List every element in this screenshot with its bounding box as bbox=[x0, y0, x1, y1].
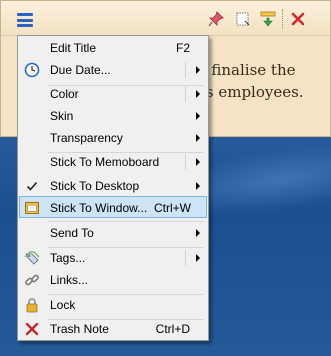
menu-item-due-date[interactable]: Due Date... bbox=[20, 59, 206, 81]
menu-item-transparency[interactable]: Transparency bbox=[20, 127, 206, 149]
link-icon bbox=[24, 272, 40, 288]
submenu-arrow-icon bbox=[196, 229, 200, 237]
note-text-line: es employees. bbox=[197, 83, 304, 101]
toolbar-separator bbox=[282, 9, 284, 29]
menu-item-stick-to-memoboard[interactable]: Stick To Memoboard bbox=[20, 151, 206, 173]
menu-item-label: Edit Title bbox=[50, 41, 97, 55]
submenu-arrow-icon bbox=[196, 182, 200, 190]
submenu-separator bbox=[185, 154, 186, 170]
submenu-arrow-icon bbox=[196, 66, 200, 74]
menu-item-label: Transparency bbox=[50, 131, 123, 145]
window-icon bbox=[24, 200, 40, 216]
close-icon[interactable] bbox=[289, 10, 307, 28]
note-body-text[interactable]: d finalise the es employees. bbox=[197, 59, 327, 103]
lock-icon bbox=[24, 297, 40, 313]
menu-item-shortcut: F2 bbox=[175, 41, 190, 55]
menu-item-label: Color bbox=[50, 87, 79, 101]
menu-item-skin[interactable]: Skin bbox=[20, 105, 206, 127]
checkmark-icon bbox=[24, 178, 40, 194]
menu-item-stick-to-window[interactable]: Stick To Window... Ctrl+W bbox=[19, 196, 207, 218]
trash-x-icon bbox=[24, 321, 40, 337]
menu-item-links[interactable]: Links... bbox=[20, 269, 206, 291]
menu-item-shortcut: Ctrl+W bbox=[154, 201, 191, 215]
note-text-line: d finalise the bbox=[197, 61, 296, 79]
menu-item-label: Stick To Window... bbox=[50, 201, 148, 215]
menu-item-label: Due Date... bbox=[50, 63, 111, 77]
submenu-separator bbox=[185, 250, 186, 266]
clock-icon bbox=[24, 62, 40, 78]
submenu-arrow-icon bbox=[196, 158, 200, 166]
menu-item-label: Skin bbox=[50, 109, 74, 123]
menu-item-label: Lock bbox=[50, 298, 76, 312]
menu-item-stick-to-desktop[interactable]: Stick To Desktop bbox=[20, 175, 206, 197]
menu-item-tags[interactable]: Tags... bbox=[20, 247, 206, 269]
menu-item-lock[interactable]: Lock bbox=[20, 294, 206, 316]
new-note-icon[interactable] bbox=[234, 10, 252, 28]
menu-item-label: Stick To Memoboard bbox=[50, 155, 160, 169]
menu-item-color[interactable]: Color bbox=[20, 83, 206, 105]
hamburger-menu-icon[interactable] bbox=[17, 13, 33, 27]
submenu-separator bbox=[185, 86, 186, 102]
note-toolbar bbox=[1, 1, 330, 36]
submenu-arrow-icon bbox=[196, 134, 200, 142]
menu-item-send-to[interactable]: Send To bbox=[20, 222, 206, 244]
tags-icon bbox=[24, 250, 40, 266]
menu-item-label: Stick To Desktop bbox=[50, 179, 140, 193]
context-menu: Edit Title F2 Due Date... Color Skin Tra… bbox=[17, 35, 209, 341]
submenu-separator bbox=[185, 62, 186, 78]
submenu-arrow-icon bbox=[196, 90, 200, 98]
menu-item-trash-note[interactable]: Trash Note Ctrl+D bbox=[20, 318, 206, 340]
menu-item-shortcut: Ctrl+D bbox=[155, 322, 190, 336]
menu-item-label: Tags... bbox=[50, 251, 86, 265]
submenu-arrow-icon bbox=[196, 112, 200, 120]
roll-up-icon[interactable] bbox=[259, 10, 277, 28]
submenu-arrow-icon bbox=[196, 254, 200, 262]
menu-item-label: Trash Note bbox=[50, 322, 109, 336]
menu-item-edit-title[interactable]: Edit Title F2 bbox=[20, 37, 206, 59]
pin-icon[interactable] bbox=[207, 10, 225, 28]
menu-item-label: Links... bbox=[50, 273, 89, 287]
menu-item-label: Send To bbox=[50, 226, 94, 240]
